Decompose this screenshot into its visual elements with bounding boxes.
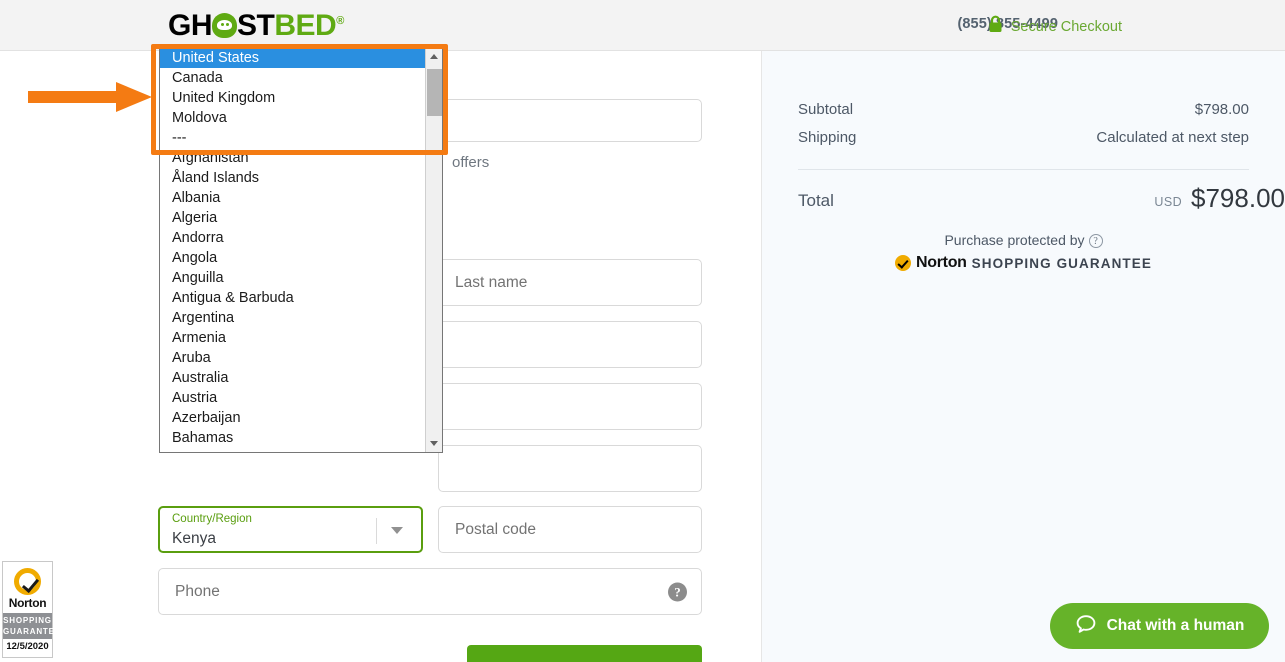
logo-text-st: ST xyxy=(237,9,275,42)
chat-bubble-icon xyxy=(1075,613,1097,640)
logo-text-gh: GH xyxy=(168,9,213,42)
norton-shopping-guarantee: Norton SHOPPING GUARANTEE xyxy=(762,254,1285,272)
address-input[interactable] xyxy=(438,321,702,368)
orange-arrow-icon xyxy=(28,82,152,112)
form-field-top[interactable] xyxy=(438,99,702,142)
dropdown-scrollbar[interactable] xyxy=(425,48,442,452)
dropdown-option[interactable]: Canada xyxy=(160,68,425,88)
dropdown-option[interactable]: Aruba xyxy=(160,348,425,368)
dropdown-option[interactable]: Moldova xyxy=(160,108,425,128)
dropdown-option[interactable]: Australia xyxy=(160,368,425,388)
seal-line1: SHOPPING xyxy=(3,616,52,625)
apartment-input[interactable] xyxy=(438,383,702,430)
secure-checkout-label: Secure Checkout xyxy=(1010,18,1122,35)
last-name-placeholder: Last name xyxy=(455,273,528,291)
seal-brand-label: Norton xyxy=(8,596,47,610)
shipping-label: Shipping xyxy=(798,129,857,146)
scroll-up-arrow-icon[interactable] xyxy=(426,48,442,65)
logo-registered-mark: ® xyxy=(336,15,344,27)
site-header: GH STBED® (855) 855-4499 Secure Checkout xyxy=(0,0,1285,51)
chat-with-human-button[interactable]: Chat with a human xyxy=(1050,603,1269,649)
country-region-value: Kenya xyxy=(172,530,216,547)
postal-code-placeholder: Postal code xyxy=(455,520,536,538)
chevron-down-icon[interactable] xyxy=(391,527,403,534)
question-mark-icon[interactable]: ? xyxy=(1088,234,1103,248)
ghostbed-logo[interactable]: GH STBED® xyxy=(168,9,344,43)
dropdown-option[interactable]: United States xyxy=(160,48,425,68)
seal-date: 12/5/2020 xyxy=(6,641,49,652)
offers-text: offers xyxy=(452,154,490,171)
scrollbar-thumb[interactable] xyxy=(427,69,442,116)
dropdown-option[interactable]: --- xyxy=(160,128,425,148)
dropdown-option[interactable]: United Kingdom xyxy=(160,88,425,108)
dropdown-option[interactable]: Åland Islands xyxy=(160,168,425,188)
subtotal-value: $798.00 xyxy=(1194,101,1249,118)
last-name-input[interactable]: Last name xyxy=(438,259,702,306)
lock-icon xyxy=(988,15,1003,38)
total-currency: USD xyxy=(1154,195,1182,209)
dropdown-option[interactable]: Austria xyxy=(160,388,425,408)
seal-line2: GUARANTEE xyxy=(3,627,61,636)
chat-button-label: Chat with a human xyxy=(1106,617,1245,634)
dropdown-option[interactable]: Argentina xyxy=(160,308,425,328)
checkmark-icon xyxy=(14,568,41,595)
dropdown-option[interactable]: Andorra xyxy=(160,228,425,248)
scroll-down-arrow-icon[interactable] xyxy=(426,435,442,452)
order-summary-panel: Subtotal $798.00 Shipping Calculated at … xyxy=(762,51,1285,662)
norton-seal-badge[interactable]: Norton SHOPPING GUARANTEE 12/5/2020 xyxy=(2,561,61,658)
country-dropdown-list[interactable]: United States Canada United Kingdom Moldova… xyxy=(159,47,443,453)
dropdown-option[interactable]: Azerbaijan xyxy=(160,408,425,428)
shipping-value: Calculated at next step xyxy=(1096,129,1249,146)
seal-guarantee-label: SHOPPING GUARANTEE xyxy=(3,613,61,639)
dropdown-option[interactable]: Afghanistan xyxy=(160,148,425,168)
city-input[interactable] xyxy=(438,445,702,492)
postal-code-input[interactable]: Postal code xyxy=(438,506,702,553)
norton-brand-label: Norton xyxy=(916,254,967,271)
dropdown-option[interactable]: Bahamas xyxy=(160,428,425,448)
dropdown-option[interactable]: Antigua & Barbuda xyxy=(160,288,425,308)
purchase-protected-label: Purchase protected by xyxy=(944,232,1085,248)
country-region-select[interactable]: Country/Region Kenya xyxy=(158,506,423,553)
subtotal-label: Subtotal xyxy=(798,101,854,118)
dropdown-option[interactable]: Algeria xyxy=(160,208,425,228)
dropdown-option[interactable]: Anguilla xyxy=(160,268,425,288)
dropdown-options[interactable]: United States Canada United Kingdom Moldova… xyxy=(160,48,425,452)
dropdown-option[interactable]: Angola xyxy=(160,248,425,268)
total-value: $798.00 xyxy=(1191,183,1285,213)
phone-input[interactable]: Phone ? xyxy=(158,568,702,615)
total-label: Total xyxy=(798,191,834,210)
norton-tagline-label: SHOPPING GUARANTEE xyxy=(971,255,1152,271)
question-mark-icon[interactable]: ? xyxy=(668,582,687,601)
summary-divider xyxy=(798,169,1249,170)
country-separator xyxy=(376,518,377,544)
secure-checkout-indicator: Secure Checkout xyxy=(988,15,1122,38)
checkout-page: GH STBED® (855) 855-4499 Secure Checkout … xyxy=(0,0,1285,662)
norton-checkmark-icon xyxy=(895,255,912,271)
logo-text-bed: BED xyxy=(274,9,337,42)
continue-to-delivery-button[interactable]: Continue to Delivery Method xyxy=(467,645,702,662)
country-region-label: Country/Region xyxy=(172,513,252,525)
dropdown-option[interactable]: Armenia xyxy=(160,328,425,348)
purchase-protected-text: Purchase protected by? xyxy=(762,232,1285,248)
dropdown-option[interactable]: Albania xyxy=(160,188,425,208)
ghost-icon xyxy=(212,13,237,38)
phone-placeholder: Phone xyxy=(175,582,220,600)
